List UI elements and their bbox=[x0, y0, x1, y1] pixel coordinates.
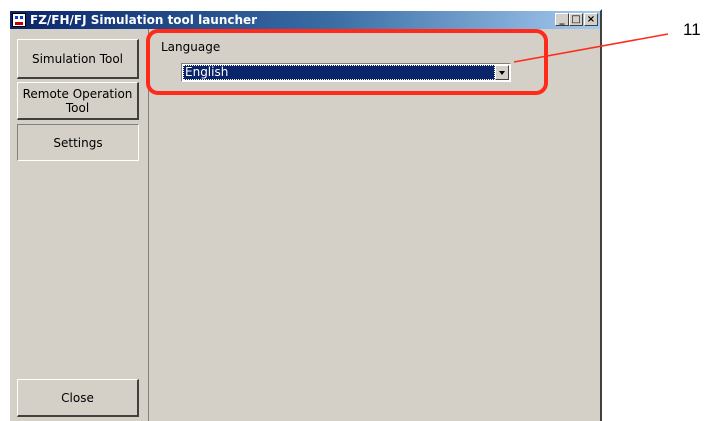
callout-number: 11 bbox=[683, 20, 701, 39]
callout-leader-line bbox=[513, 33, 669, 63]
